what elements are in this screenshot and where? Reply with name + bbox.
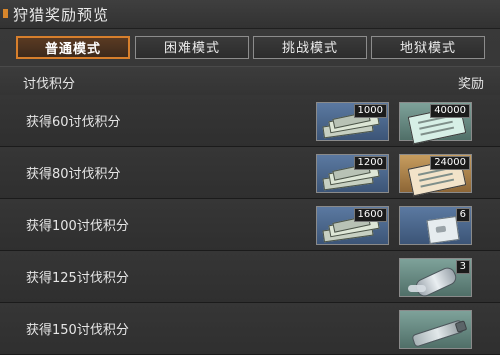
row-label: 获得60讨伐积分: [26, 115, 121, 130]
reward-item[interactable]: 3: [399, 258, 472, 300]
tab-hard[interactable]: 困难模式: [135, 36, 249, 59]
spill-icon: [408, 285, 426, 292]
title-marker: [3, 9, 8, 18]
page-title: 狩猎奖励预览: [13, 6, 110, 24]
points-header: 讨伐积分: [23, 77, 76, 92]
reward-item[interactable]: 24000: [399, 154, 472, 197]
row-label: 获得125讨伐积分: [26, 271, 129, 286]
tab-normal[interactable]: 普通模式: [16, 36, 130, 59]
rewards-header: 奖励: [457, 77, 484, 92]
title-bar: 狩猎奖励预览: [0, 0, 500, 29]
cash-stack-icon: [322, 111, 383, 139]
reward-count: 40000: [430, 104, 470, 118]
reward-item[interactable]: [399, 310, 472, 349]
row-label: 获得150讨伐积分: [26, 323, 129, 338]
reward-item[interactable]: 40000: [399, 102, 472, 145]
table-row: 获得80讨伐积分 1200 24000: [0, 147, 500, 199]
reward-count: 1600: [353, 208, 387, 222]
reward-item[interactable]: 1200: [316, 154, 389, 193]
cash-stack-icon: [322, 215, 383, 243]
spilled-can-icon: [413, 264, 459, 300]
mode-tabs: 普通模式 困难模式 挑战模式 地狱模式: [16, 36, 489, 60]
row-label: 获得100讨伐积分: [26, 219, 129, 234]
reward-count: 6: [455, 208, 470, 222]
metal-tube-icon: [411, 319, 468, 348]
cash-stack-icon: [322, 163, 383, 191]
reward-count: 24000: [430, 156, 470, 170]
tab-challenge[interactable]: 挑战模式: [253, 36, 367, 59]
tab-hell[interactable]: 地狱模式: [371, 36, 485, 59]
bag-icon: [426, 216, 460, 244]
reward-count: 3: [455, 260, 470, 274]
table-header: 讨伐积分 奖励: [0, 66, 500, 96]
reward-preview-panel: 狩猎奖励预览 普通模式 困难模式 挑战模式 地狱模式 讨伐积分 奖励 获得60讨…: [0, 0, 500, 355]
reward-count: 1200: [353, 156, 387, 170]
reward-item[interactable]: 1600: [316, 206, 389, 245]
reward-item[interactable]: 6: [399, 206, 472, 245]
reward-count: 1000: [353, 104, 387, 118]
table-row: 获得150讨伐积分: [0, 303, 500, 355]
reward-item[interactable]: 1000: [316, 102, 389, 141]
table-row: 获得125讨伐积分 3: [0, 251, 500, 303]
table-row: 获得100讨伐积分 1600 6: [0, 199, 500, 251]
table-row: 获得60讨伐积分 1000 40000: [0, 95, 500, 147]
row-label: 获得80讨伐积分: [26, 167, 121, 182]
